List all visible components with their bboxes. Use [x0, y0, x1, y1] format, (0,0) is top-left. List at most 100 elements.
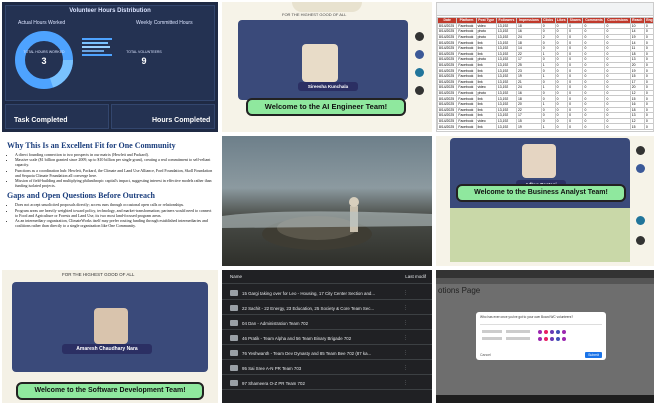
more-options-icon[interactable]: ⋮ — [403, 305, 408, 311]
modified-column-header[interactable]: Last modif — [405, 274, 426, 279]
more-options-icon[interactable]: ⋮ — [403, 350, 408, 356]
table-cell[interactable]: 19 — [516, 123, 542, 130]
heading-fit: Why This Is an Excellent Fit for One Com… — [7, 141, 176, 150]
table-cell[interactable]: 8/14/2025 — [437, 39, 458, 46]
table-cell[interactable]: Facebook — [456, 78, 477, 86]
gaps-list: Does not accept unsolicited proposals di… — [7, 202, 213, 228]
column-header[interactable]: Eng — [643, 17, 653, 24]
folder-row[interactable]: 95 Sai Sree A-N PR Team 703 ⋮ — [222, 361, 432, 375]
table-cell[interactable]: Facebook — [456, 61, 477, 69]
member-name: Sireesha Kunchala — [298, 82, 358, 91]
table-cell[interactable]: 8/14/2025 — [437, 112, 458, 119]
column-header[interactable]: Impressions — [516, 17, 542, 24]
table-cell[interactable]: 0 — [604, 123, 631, 130]
folder-row[interactable]: 04 Dan - Administration Team 702 ⋮ — [222, 316, 432, 330]
table-cell[interactable]: 1 — [540, 123, 556, 130]
column-header[interactable]: Conversions — [604, 17, 631, 24]
total-volunteers-label: TOTAL VOLUNTEERS — [126, 50, 162, 54]
table-cell[interactable]: 8/14/2025 — [437, 78, 458, 86]
cancel-button[interactable]: Cancel — [480, 353, 491, 357]
table-cell[interactable]: Facebook — [456, 22, 477, 30]
table-cell[interactable]: Facebook — [456, 89, 477, 97]
github-icon — [415, 86, 424, 95]
table-cell[interactable]: 0 — [554, 123, 569, 130]
table-cell[interactable]: 8/14/2025 — [437, 45, 458, 52]
table-cell[interactable]: 0 — [567, 123, 584, 130]
list-item: Mission of field-building and multiplyin… — [15, 178, 213, 188]
table-cell[interactable]: 8/14/2025 — [437, 117, 458, 125]
table-cell[interactable]: Facebook — [456, 67, 477, 74]
table-cell[interactable]: Facebook — [456, 56, 477, 63]
dialog-question: Who has ever once you've got to your own… — [480, 315, 574, 319]
table-cell[interactable]: 8/14/2025 — [437, 61, 458, 69]
more-options-icon[interactable]: ⋮ — [403, 380, 408, 386]
folder-row[interactable]: 97 Shameera O-Z PR Team 702 ⋮ — [222, 376, 432, 390]
welcome-ba-card: Adhya Rastogi Welcome to the Business An… — [436, 136, 654, 266]
column-header[interactable]: Platform — [456, 17, 477, 24]
list-item: Massive scale ($1 billion granted since … — [15, 157, 213, 167]
folder-row[interactable]: 15 Gargi taking over for Leo - Housing, … — [222, 286, 432, 300]
submit-button[interactable]: Submit — [585, 352, 602, 358]
table-cell[interactable]: 8/14/2025 — [437, 72, 458, 80]
folder-icon — [230, 350, 238, 356]
table-cell[interactable]: Facebook — [456, 39, 477, 46]
table-cell[interactable]: Facebook — [456, 123, 477, 130]
hours-completed-card: Hours Completed — [111, 104, 215, 129]
welcome-sw-card: FOR THE HIGHEST GOOD OF ALL Amaresh Chau… — [2, 270, 218, 403]
spreadsheet: Date Platform Post Type Followers Impression… — [436, 2, 654, 132]
table-cell[interactable]: 8/14/2025 — [437, 22, 458, 30]
table-cell[interactable]: Facebook — [456, 33, 477, 41]
folder-icon — [230, 335, 238, 341]
column-header[interactable]: Reach — [629, 17, 645, 24]
table-cell[interactable]: Facebook — [456, 95, 477, 102]
table-cell[interactable]: Facebook — [456, 28, 477, 35]
table-cell[interactable]: 8/14/2025 — [437, 33, 458, 41]
more-options-icon[interactable]: ⋮ — [403, 335, 408, 341]
column-header[interactable]: Shares — [567, 17, 584, 24]
table-cell[interactable]: Facebook — [456, 106, 477, 114]
table-cell[interactable]: Facebook — [456, 72, 477, 80]
table-cell[interactable]: 8/14/2025 — [437, 95, 458, 102]
folder-row[interactable]: 76 Yeshwanth - Team Dev Dynasty and 85 T… — [222, 346, 432, 360]
folder-row[interactable]: 46 Pratik - Team Alpha and 56 Team Binar… — [222, 331, 432, 345]
more-options-icon[interactable]: ⋮ — [403, 290, 408, 296]
table-cell[interactable]: 8/14/2025 — [437, 123, 458, 130]
table-cell[interactable]: 8/14/2025 — [437, 100, 458, 108]
folder-row[interactable]: 22 Sachit - 22 Energy, 23 Education, 25 … — [222, 301, 432, 315]
table-cell[interactable]: 8/14/2025 — [437, 84, 458, 91]
table-cell[interactable]: 8/14/2025 — [437, 56, 458, 63]
column-header[interactable]: Clicks — [540, 17, 556, 24]
folder-icon — [230, 320, 238, 326]
welcome-banner: Welcome to the Business Analyst Team! — [456, 184, 626, 202]
column-header[interactable]: Followers — [495, 17, 518, 24]
table-cell[interactable]: 8/14/2025 — [437, 89, 458, 97]
volunteer-dashboard: Volunteer Hours Distribution Actual Hour… — [2, 2, 218, 132]
table-cell[interactable]: 8/14/2025 — [437, 50, 458, 58]
table-cell[interactable]: Facebook — [456, 100, 477, 108]
column-header[interactable]: Comments — [582, 17, 606, 24]
table-cell[interactable]: 0 — [582, 123, 606, 130]
table-cell[interactable]: 13,192 — [495, 123, 518, 130]
actual-hours-label: Actual Hours Worked — [18, 20, 66, 26]
more-options-icon[interactable]: ⋮ — [403, 320, 408, 326]
heading-gaps: Gaps and Open Questions Before Outreach — [7, 191, 155, 201]
table-cell[interactable]: 8/14/2025 — [437, 28, 458, 35]
address-bar — [436, 278, 654, 284]
column-header[interactable]: Post Type — [475, 17, 497, 24]
table-cell[interactable]: link — [475, 123, 497, 130]
name-column-header[interactable]: Name — [230, 274, 242, 279]
table-cell[interactable]: 8/14/2025 — [437, 106, 458, 114]
table-cell[interactable]: 15 — [629, 123, 645, 130]
table-cell[interactable]: Facebook — [456, 50, 477, 58]
table-cell[interactable]: 0 — [643, 123, 653, 130]
table-cell[interactable]: 8/14/2025 — [437, 67, 458, 74]
option-grid[interactable] — [480, 328, 600, 353]
table-row[interactable]: 8/14/2025 Facebook link 13,192 19 1 0 0 0 0 15 0 — [437, 123, 653, 130]
lower-collage — [450, 208, 630, 262]
more-options-icon[interactable]: ⋮ — [403, 365, 408, 371]
logo-arc — [292, 2, 362, 12]
table-cell[interactable]: Facebook — [456, 112, 477, 119]
table-cell[interactable]: Facebook — [456, 84, 477, 91]
table-cell[interactable]: Facebook — [456, 117, 477, 125]
table-cell[interactable]: Facebook — [456, 45, 477, 52]
